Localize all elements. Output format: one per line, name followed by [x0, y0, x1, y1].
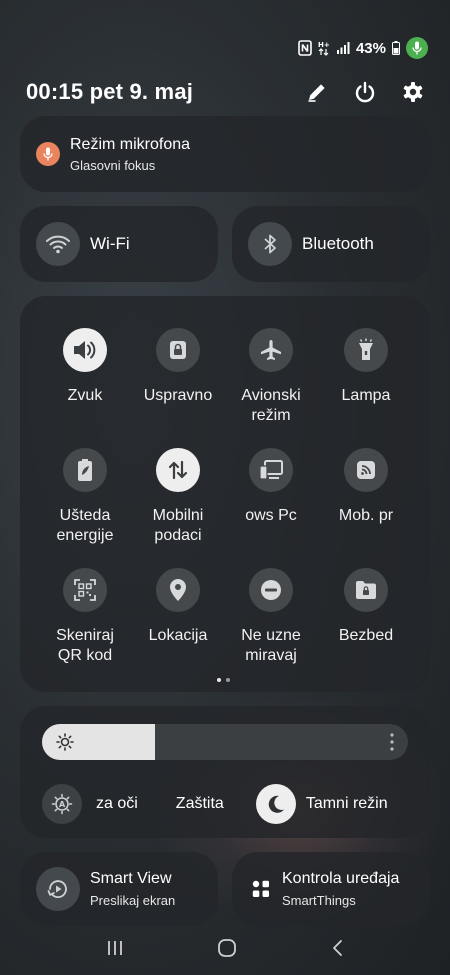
svg-text:H+: H+: [318, 41, 330, 49]
tile-label: Lokacija: [148, 627, 208, 644]
smart-view-icon: [36, 867, 80, 911]
smart-view-subtitle: Preslikaj ekran: [90, 893, 176, 908]
panel-header: 00:15 pet 9. maj: [26, 76, 424, 108]
location-icon: [156, 568, 200, 612]
mobile-hotspot-icon: [344, 448, 388, 492]
power-icon[interactable]: [354, 81, 376, 103]
mobile-data-icon: [156, 448, 200, 492]
battery-percent: 43%: [355, 39, 386, 57]
tile-label: ows Pc: [245, 507, 297, 524]
tile-mobile-data[interactable]: Mobilni podaci: [130, 448, 226, 546]
device-control-subtitle: SmartThings: [282, 893, 356, 908]
brightness-slider[interactable]: [42, 724, 408, 760]
smart-view-card[interactable]: Smart View Preslikaj ekran: [20, 852, 218, 926]
qr-scan-icon: [63, 568, 107, 612]
brightness-options: A za oči Zaštita Tamni režin: [42, 784, 414, 824]
brightness-card: A za oči Zaštita Tamni režin: [20, 706, 430, 838]
settings-gear-icon[interactable]: [402, 81, 424, 103]
date-time: 00:15 pet 9. maj: [26, 79, 194, 104]
tile-mobile-hotspot[interactable]: Mob. pr: [318, 448, 414, 526]
tile-label: Bezbed: [338, 627, 394, 644]
tile-secure-folder[interactable]: Bezbed: [318, 568, 414, 646]
speaker-icon: [63, 328, 107, 372]
secure-folder-icon: [344, 568, 388, 612]
airplane-icon: [249, 328, 293, 372]
eye-comfort-label[interactable]: za oči: [96, 795, 138, 813]
flashlight-icon: [344, 328, 388, 372]
tile-label: Mob. pr: [338, 507, 394, 524]
tile-battery-saver[interactable]: Ušteda energije: [37, 448, 133, 546]
auto-brightness-icon[interactable]: A: [42, 784, 82, 824]
device-control-title: Kontrola uređaja: [282, 870, 400, 887]
tile-label: Mobilni podaci: [152, 507, 204, 544]
tile-speaker[interactable]: Zvuk: [37, 328, 133, 406]
bluetooth-toggle[interactable]: Bluetooth: [232, 206, 430, 282]
edit-icon[interactable]: [306, 81, 328, 103]
signal-icon: [336, 42, 350, 54]
tile-lock-rotation[interactable]: Uspravno: [130, 328, 226, 406]
tile-label: Skeniraj QR kod: [56, 627, 114, 664]
tile-do-not-disturb[interactable]: Ne uzne miravaj: [223, 568, 319, 666]
page-dot-1: [217, 678, 221, 682]
do-not-disturb-icon: [249, 568, 293, 612]
recent-apps-icon[interactable]: [106, 939, 124, 957]
microphone-icon: [36, 142, 60, 166]
windows-link-icon: [249, 448, 293, 492]
tile-flashlight[interactable]: Lampa: [318, 328, 414, 406]
mic-in-use-icon: [406, 37, 428, 59]
lock-rotation-icon: [156, 328, 200, 372]
battery-icon: [392, 41, 400, 55]
mic-mode-title: Režim mikrofona: [70, 135, 191, 153]
dark-mode-icon[interactable]: [255, 784, 296, 824]
page-dot-2: [226, 678, 230, 682]
tile-label: Ušteda energije: [56, 507, 114, 544]
home-icon[interactable]: [217, 938, 237, 958]
device-control-card[interactable]: Kontrola uređaja SmartThings: [232, 852, 430, 926]
svg-text:A: A: [59, 800, 66, 809]
page-indicator[interactable]: [217, 678, 230, 682]
device-grid-icon: [252, 880, 269, 897]
more-options-icon[interactable]: [390, 732, 394, 752]
quick-settings-grid: Zvuk Uspravno Avionski režim Lampa Ušteda en…: [20, 296, 430, 692]
wifi-icon: [36, 222, 80, 266]
navigation-bar: [0, 933, 450, 963]
wifi-toggle[interactable]: Wi-Fi: [20, 206, 218, 282]
smart-view-title: Smart View: [90, 870, 172, 887]
tile-location[interactable]: Lokacija: [130, 568, 226, 646]
tile-label: Uspravno: [143, 387, 213, 404]
mic-mode-subtitle: Glasovni fokus: [70, 157, 156, 173]
bluetooth-icon: [248, 222, 292, 266]
tile-label: Avionski režim: [241, 387, 301, 424]
battery-saver-icon: [63, 448, 107, 492]
tile-airplane[interactable]: Avionski režim: [223, 328, 319, 426]
data-transfer-icon: H+: [318, 41, 330, 56]
mic-mode-card[interactable]: Režim mikrofona Glasovni fokus: [20, 116, 430, 192]
nfc-icon: [298, 40, 312, 56]
dark-mode-label[interactable]: Tamni režin: [306, 795, 388, 813]
status-bar: H+ 43%: [298, 36, 428, 60]
back-icon[interactable]: [330, 939, 344, 957]
tile-label: Ne uzne miravaj: [241, 627, 301, 664]
tile-qr-scan[interactable]: Skeniraj QR kod: [37, 568, 133, 666]
wifi-label: Wi-Fi: [90, 234, 130, 253]
sun-icon: [56, 733, 74, 751]
tile-windows-link[interactable]: ows Pc: [223, 448, 319, 526]
bluetooth-label: Bluetooth: [302, 234, 374, 253]
tile-label: Zvuk: [67, 387, 103, 404]
tile-label: Lampa: [341, 387, 391, 404]
eye-protection-label[interactable]: Zaštita: [176, 795, 224, 813]
